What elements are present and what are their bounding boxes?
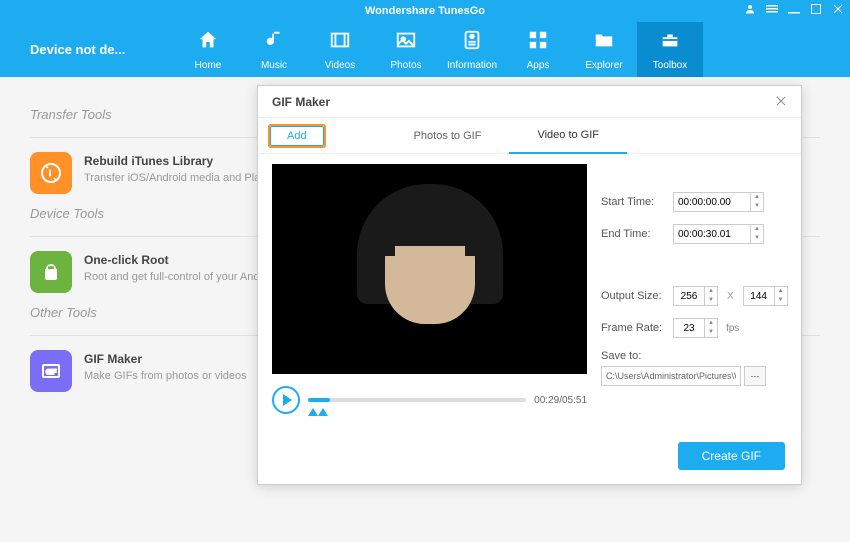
titlebar: Wondershare TunesGo — [0, 0, 850, 22]
nav-toolbox[interactable]: Toolbox — [637, 22, 703, 77]
home-icon — [197, 29, 219, 57]
nav-label: Toolbox — [653, 60, 687, 71]
modal-body: 00:29/05:51 Start Time: ▲▼ End Time: ▲▼ — [258, 154, 801, 424]
spinner[interactable]: ▲▼ — [750, 225, 763, 243]
modal-footer: Create GIF — [678, 442, 785, 470]
modal-header: GIF Maker — [258, 86, 801, 118]
tool-desc: Make GIFs from photos or videos — [84, 369, 247, 384]
add-button-label: Add — [270, 126, 324, 146]
add-button[interactable]: Add — [268, 124, 326, 148]
height-field[interactable] — [744, 291, 774, 302]
video-area: 00:29/05:51 — [272, 164, 587, 414]
browse-button[interactable]: ··· — [744, 366, 766, 386]
chevron-up-icon: ▲ — [775, 287, 787, 296]
modal-title: GIF Maker — [272, 95, 330, 109]
nav-label: Videos — [325, 60, 355, 71]
start-time-input[interactable]: ▲▼ — [673, 192, 764, 212]
nav-apps[interactable]: Apps — [505, 22, 571, 77]
window-controls — [744, 3, 844, 18]
video-thumbnail — [385, 214, 475, 324]
width-field[interactable] — [674, 291, 704, 302]
apps-icon — [527, 29, 549, 57]
tool-title: GIF Maker — [84, 352, 247, 366]
minimize-icon[interactable] — [788, 3, 800, 18]
rebuild-icon — [30, 152, 72, 194]
start-time-label: Start Time: — [601, 196, 667, 208]
android-icon — [30, 251, 72, 293]
start-time-field[interactable] — [674, 197, 750, 208]
end-time-label: End Time: — [601, 228, 667, 240]
time-display: 00:29/05:51 — [534, 395, 587, 406]
tool-text: GIF Maker Make GIFs from photos or video… — [84, 350, 247, 392]
close-icon[interactable] — [775, 94, 787, 110]
spinner[interactable]: ▲▼ — [750, 193, 763, 211]
fps-unit: fps — [726, 323, 739, 334]
nav-label: Apps — [527, 60, 550, 71]
fps-field[interactable] — [674, 323, 704, 334]
chevron-up-icon: ▲ — [705, 319, 717, 328]
video-preview[interactable] — [272, 164, 587, 374]
nav-items: Home Music Videos Photos Information App… — [175, 22, 703, 77]
end-time-field[interactable] — [674, 229, 750, 240]
chevron-up-icon: ▲ — [751, 225, 763, 234]
nav-label: Home — [195, 60, 222, 71]
chevron-down-icon: ▼ — [775, 296, 787, 305]
save-to-label: Save to: — [601, 350, 788, 362]
output-width-input[interactable]: ▲▼ — [673, 286, 718, 306]
chevron-down-icon: ▼ — [751, 202, 763, 211]
menu-icon[interactable] — [766, 3, 778, 18]
player-controls: 00:29/05:51 — [272, 386, 587, 414]
top-nav: Device not de... Home Music Videos Photo… — [0, 22, 850, 77]
chevron-up-icon: ▲ — [705, 287, 717, 296]
save-path-field[interactable] — [601, 366, 741, 386]
nav-label: Explorer — [585, 60, 622, 71]
info-icon — [461, 29, 483, 57]
chevron-down-icon: ▼ — [705, 328, 717, 337]
nav-music[interactable]: Music — [241, 22, 307, 77]
nav-photos[interactable]: Photos — [373, 22, 439, 77]
close-icon[interactable] — [832, 3, 844, 18]
gif-maker-modal: GIF Maker Add Photos to GIF Video to GIF — [257, 85, 802, 485]
output-height-input[interactable]: ▲▼ — [743, 286, 788, 306]
toolbox-icon — [659, 29, 681, 57]
chevron-down-icon: ▼ — [705, 296, 717, 305]
spinner[interactable]: ▲▼ — [704, 287, 717, 305]
gif-icon: GIF — [30, 350, 72, 392]
device-status: Device not de... — [0, 42, 175, 57]
tab-video-to-gif[interactable]: Video to GIF — [509, 119, 627, 154]
settings-panel: Start Time: ▲▼ End Time: ▲▼ Output Size: — [601, 164, 788, 414]
tab-photos-to-gif[interactable]: Photos to GIF — [386, 118, 510, 153]
videos-icon — [329, 29, 351, 57]
chevron-up-icon: ▲ — [751, 193, 763, 202]
output-size-label: Output Size: — [601, 290, 667, 302]
create-gif-button[interactable]: Create GIF — [678, 442, 785, 470]
frame-rate-input[interactable]: ▲▼ — [673, 318, 718, 338]
maximize-icon[interactable] — [810, 3, 822, 18]
play-icon — [283, 394, 292, 406]
spinner[interactable]: ▲▼ — [704, 319, 717, 337]
nav-explorer[interactable]: Explorer — [571, 22, 637, 77]
nav-label: Music — [261, 60, 287, 71]
explorer-icon — [593, 29, 615, 57]
music-icon — [263, 29, 285, 57]
svg-text:GIF: GIF — [46, 370, 56, 376]
nav-videos[interactable]: Videos — [307, 22, 373, 77]
play-button[interactable] — [272, 386, 300, 414]
chevron-down-icon: ▼ — [751, 234, 763, 243]
frame-rate-label: Frame Rate: — [601, 322, 667, 334]
spinner[interactable]: ▲▼ — [774, 287, 787, 305]
x-separator: X — [727, 291, 734, 302]
range-handles[interactable] — [308, 408, 328, 420]
nav-information[interactable]: Information — [439, 22, 505, 77]
app-title: Wondershare TunesGo — [365, 5, 485, 17]
nav-label: Photos — [390, 60, 421, 71]
end-time-input[interactable]: ▲▼ — [673, 224, 764, 244]
progress-bar[interactable] — [308, 398, 526, 402]
modal-tabs: Add Photos to GIF Video to GIF — [258, 118, 801, 154]
photos-icon — [395, 29, 417, 57]
nav-home[interactable]: Home — [175, 22, 241, 77]
user-icon[interactable] — [744, 3, 756, 18]
nav-label: Information — [447, 60, 497, 71]
